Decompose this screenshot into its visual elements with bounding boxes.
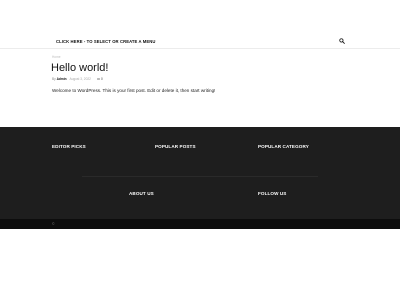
footer-heading-popular-category: POPULAR CATEGORY xyxy=(258,144,309,149)
footer-heading-about-us: ABOUT US xyxy=(129,191,154,196)
post-body: Welcome to WordPress. This is your first… xyxy=(52,88,216,93)
footer: EDITOR PICKS POPULAR POSTS POPULAR CATEG… xyxy=(0,127,400,219)
footer-heading-follow-us: FOLLOW US xyxy=(258,191,287,196)
comment-count: 0 xyxy=(101,77,103,81)
post-date: August 3, 2022 xyxy=(69,77,91,81)
breadcrumb[interactable]: Home xyxy=(52,55,61,59)
post-by-label: By xyxy=(52,77,56,81)
comment-icon xyxy=(97,77,100,81)
main-menu-bar: CLICK HERE - TO SELECT OR CREATE A MENU xyxy=(0,36,400,49)
comment-count-badge[interactable]: 0 xyxy=(97,77,103,81)
post-title[interactable]: Hello world! xyxy=(51,62,108,74)
create-menu-link[interactable]: CLICK HERE - TO SELECT OR CREATE A MENU xyxy=(56,39,156,44)
search-icon[interactable] xyxy=(339,38,345,44)
post-meta: By Admin August 3, 2022 xyxy=(52,77,91,81)
post-author-link[interactable]: Admin xyxy=(57,77,67,81)
footer-heading-popular-posts: POPULAR POSTS xyxy=(155,144,196,149)
subfooter: © xyxy=(0,219,400,229)
footer-heading-editor-picks: EDITOR PICKS xyxy=(52,144,86,149)
copyright-text: © xyxy=(52,222,55,226)
footer-divider xyxy=(82,176,318,177)
